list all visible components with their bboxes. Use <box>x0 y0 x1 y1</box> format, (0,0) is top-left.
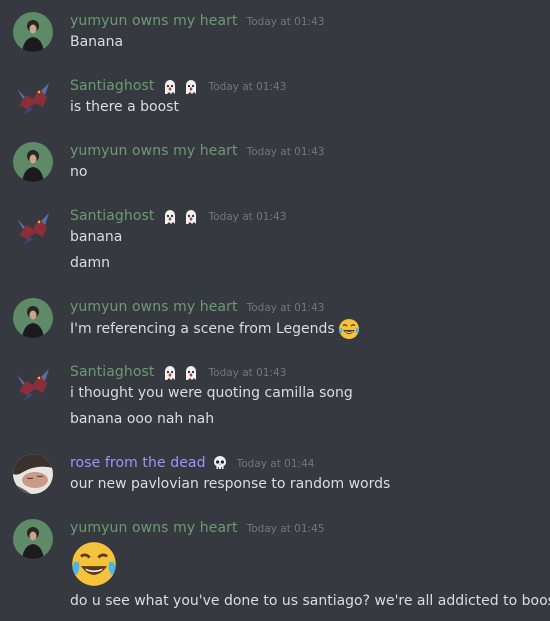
avatar[interactable] <box>13 363 53 403</box>
username[interactable]: yumyun owns my heart <box>70 143 238 159</box>
username[interactable]: rose from the dead <box>70 455 206 471</box>
portrait-avatar-icon <box>13 142 53 182</box>
message-text: is there a boost <box>70 99 179 115</box>
ghost-emoji-icon <box>161 364 179 382</box>
timestamp: Today at 01:43 <box>246 16 325 28</box>
message-line: I'm referencing a scene from Legends <box>70 318 360 340</box>
skull-emoji-icon <box>212 455 228 471</box>
ghost-emoji-icon <box>182 364 200 382</box>
user-badges <box>161 364 200 382</box>
avatar[interactable] <box>13 12 53 52</box>
laughing-tears-emoji-icon <box>70 540 118 588</box>
message-text: i thought you were quoting camilla song <box>70 385 353 401</box>
user-badges <box>212 455 228 471</box>
portrait-avatar-icon <box>13 12 53 52</box>
ghost-emoji-icon <box>182 208 200 226</box>
user-badges <box>161 208 200 226</box>
username[interactable]: Santiaghost <box>70 208 155 224</box>
dragon-avatar-icon <box>13 207 53 247</box>
avatar[interactable] <box>13 454 53 494</box>
username[interactable]: yumyun owns my heart <box>70 13 238 29</box>
message-text: our new pavlovian response to random wor… <box>70 476 391 492</box>
portrait-avatar-icon <box>13 519 53 559</box>
message-text: banana <box>70 229 123 245</box>
dragon-avatar-icon <box>13 363 53 403</box>
sleeping-face-avatar-icon <box>13 454 53 494</box>
timestamp: Today at 01:43 <box>208 81 287 93</box>
message-text: I'm referencing a scene from Legends <box>70 321 335 337</box>
ghost-emoji-icon <box>182 78 200 96</box>
timestamp: Today at 01:43 <box>246 146 325 158</box>
message-text: Banana <box>70 34 124 50</box>
ghost-emoji-icon <box>161 78 179 96</box>
timestamp: Today at 01:43 <box>246 302 325 314</box>
user-badges <box>161 78 200 96</box>
message-text: do u see what you've done to us santiago… <box>70 593 550 609</box>
avatar[interactable] <box>13 207 53 247</box>
avatar[interactable] <box>13 77 53 117</box>
username[interactable]: Santiaghost <box>70 364 155 380</box>
avatar[interactable] <box>13 298 53 338</box>
laughing-tears-emoji-icon <box>338 318 360 340</box>
avatar[interactable] <box>13 519 53 559</box>
username[interactable]: yumyun owns my heart <box>70 299 238 315</box>
avatar[interactable] <box>13 142 53 182</box>
username[interactable]: Santiaghost <box>70 78 155 94</box>
timestamp: Today at 01:43 <box>208 211 287 223</box>
portrait-avatar-icon <box>13 298 53 338</box>
message-text: banana ooo nah nah <box>70 411 215 427</box>
timestamp: Today at 01:44 <box>236 458 315 470</box>
timestamp: Today at 01:43 <box>208 367 287 379</box>
chat-messages: yumyun owns my heart Today at 01:43 Bana… <box>0 0 550 621</box>
ghost-emoji-icon <box>161 208 179 226</box>
message-text: no <box>70 164 88 180</box>
message-text: damn <box>70 255 110 271</box>
dragon-avatar-icon <box>13 77 53 117</box>
username[interactable]: yumyun owns my heart <box>70 520 238 536</box>
timestamp: Today at 01:45 <box>246 523 325 535</box>
